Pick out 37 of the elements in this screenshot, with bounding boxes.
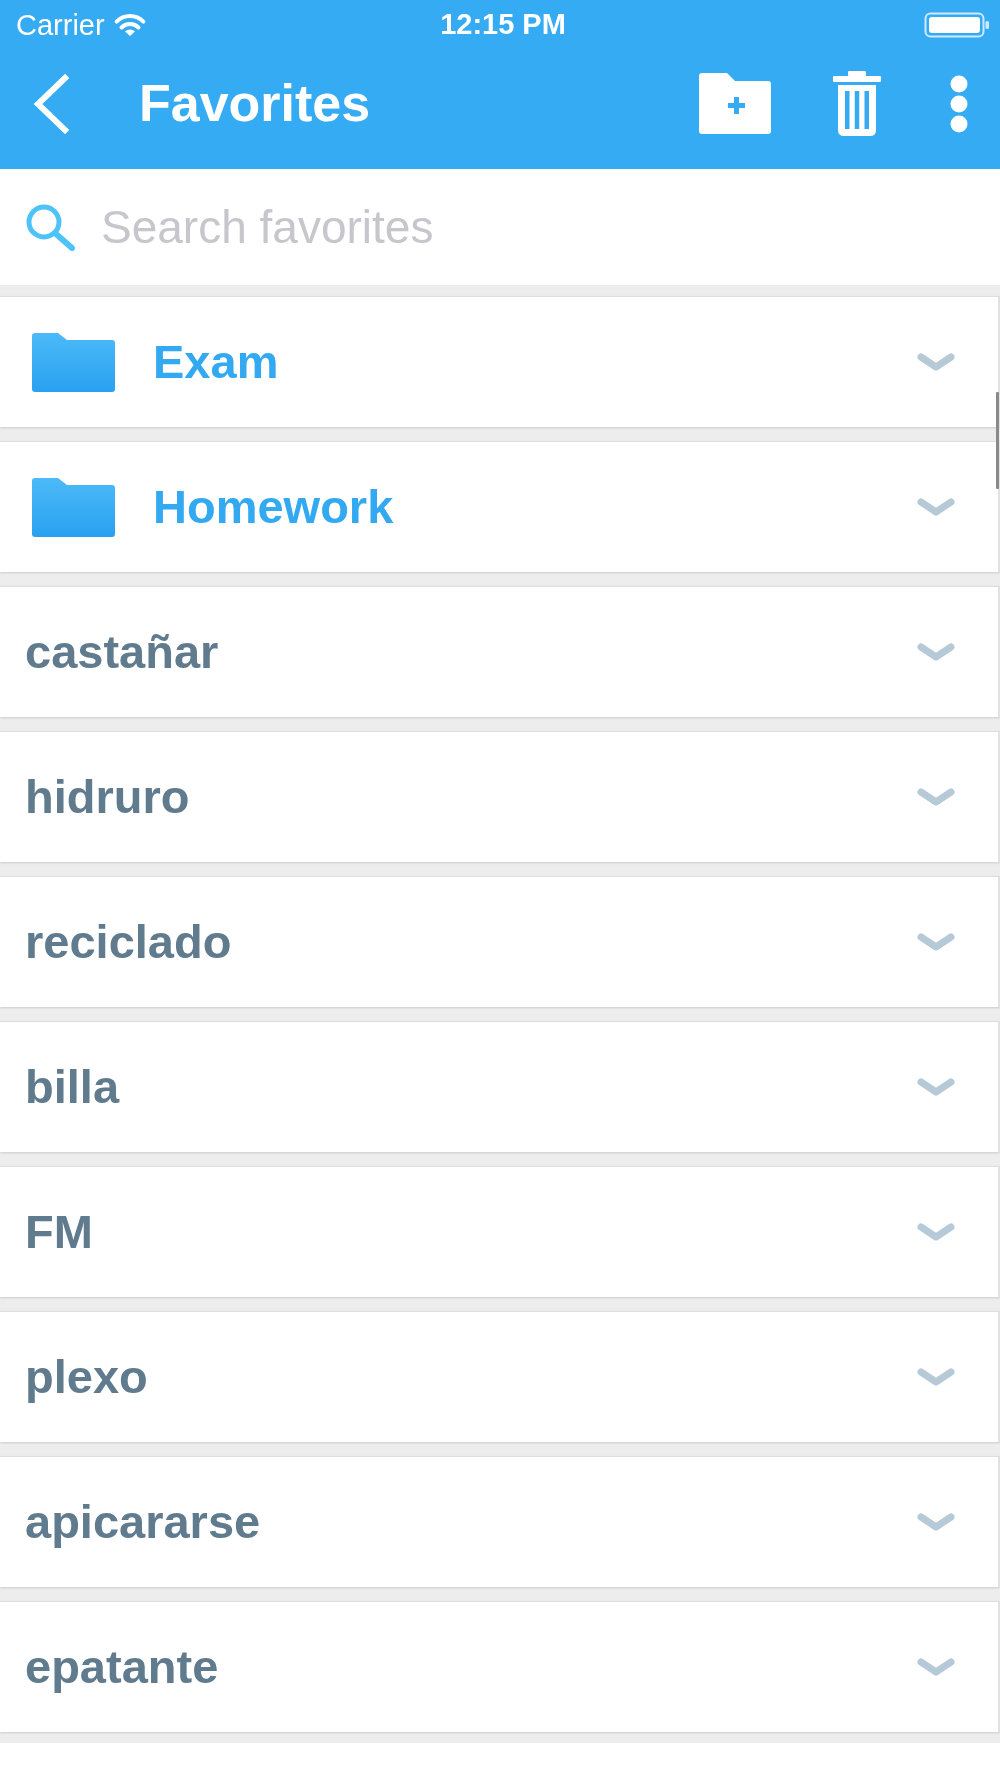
screen-title: Favorites bbox=[139, 74, 371, 133]
new-folder-button[interactable] bbox=[699, 73, 771, 134]
word-item[interactable]: plexo bbox=[0, 1312, 1000, 1442]
word-item[interactable]: reciclado bbox=[0, 877, 1000, 1007]
chevron-down-icon bbox=[917, 1078, 955, 1096]
wifi-icon bbox=[112, 13, 147, 37]
folder-item[interactable]: Homework bbox=[0, 442, 1000, 572]
status-time: 12:15 PM bbox=[440, 7, 566, 40]
folder-icon bbox=[32, 332, 115, 392]
chevron-down-icon bbox=[917, 353, 955, 371]
vertical-dots-icon bbox=[950, 74, 968, 133]
word-item[interactable]: castañar bbox=[0, 587, 1000, 717]
more-options-button[interactable] bbox=[950, 74, 968, 133]
chevron-down-icon bbox=[917, 1368, 955, 1386]
chevron-down-icon bbox=[917, 1223, 955, 1241]
back-button[interactable] bbox=[33, 73, 69, 134]
chevron-down-icon bbox=[917, 1658, 955, 1676]
chevron-down-icon bbox=[917, 788, 955, 806]
word-item[interactable]: billa bbox=[0, 1022, 1000, 1152]
folder-plus-icon bbox=[699, 73, 771, 134]
chevron-down-icon bbox=[917, 1513, 955, 1531]
carrier-label: Carrier bbox=[16, 10, 105, 40]
chevron-down-icon bbox=[917, 643, 955, 661]
search-field[interactable]: Search favorites bbox=[101, 200, 921, 254]
word-item[interactable]: epatante bbox=[0, 1602, 1000, 1732]
word-item[interactable]: hidruro bbox=[0, 732, 1000, 862]
delete-button[interactable] bbox=[833, 71, 881, 136]
back-chevron-icon bbox=[33, 73, 69, 134]
battery-icon bbox=[924, 12, 990, 38]
trash-icon bbox=[833, 71, 881, 136]
word-item[interactable]: apicararse bbox=[0, 1457, 1000, 1587]
search-icon bbox=[25, 203, 76, 251]
chevron-down-icon bbox=[917, 498, 955, 516]
folder-icon bbox=[32, 477, 115, 537]
chevron-down-icon bbox=[917, 933, 955, 951]
folder-item[interactable]: Exam bbox=[0, 297, 1000, 427]
word-item[interactable]: FM bbox=[0, 1167, 1000, 1297]
